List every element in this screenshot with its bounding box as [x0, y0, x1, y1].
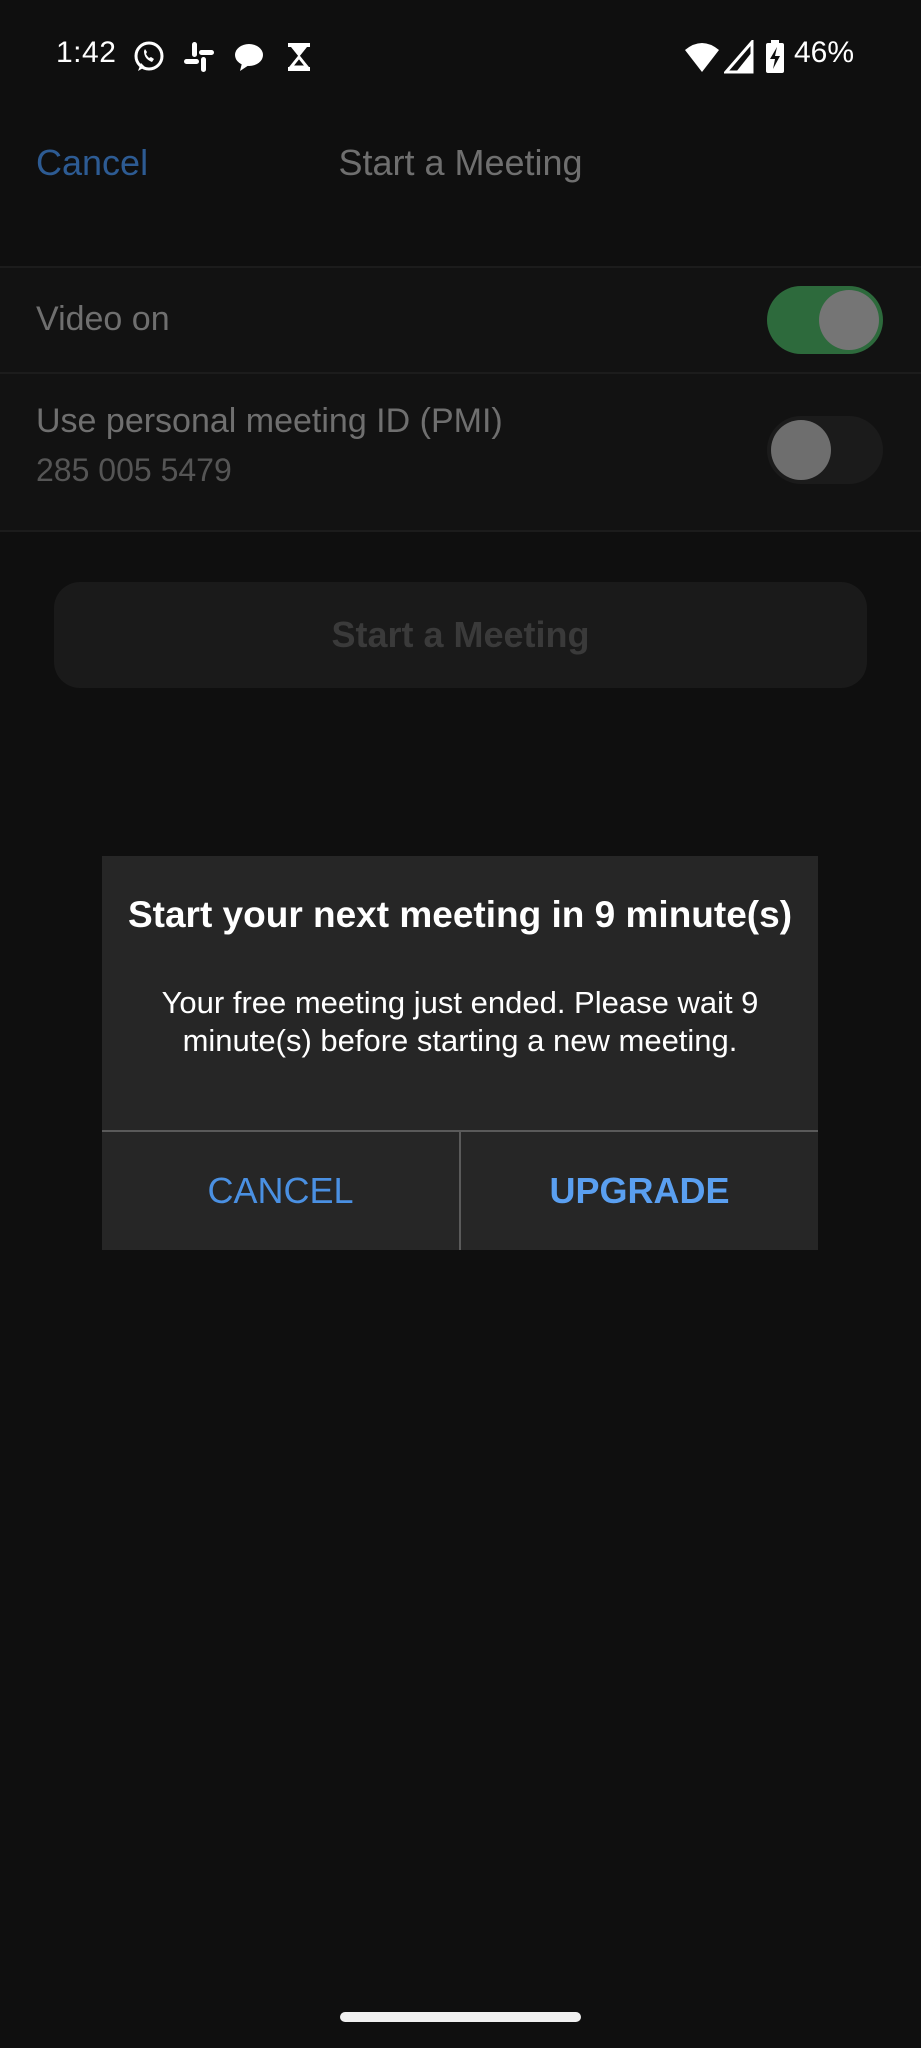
signal-icon	[724, 40, 754, 74]
status-bar: 1:42 46%	[0, 0, 921, 112]
gesture-nav-handle[interactable]	[340, 2012, 581, 2022]
toggle-knob	[819, 290, 879, 350]
video-on-label: Video on	[36, 300, 170, 338]
pmi-row: Use personal meeting ID (PMI) 285 005 54…	[0, 374, 921, 530]
dialog-message: Your free meeting just ended. Please wai…	[161, 985, 759, 1058]
video-on-row: Video on	[0, 268, 921, 374]
chat-bubble-icon	[235, 44, 263, 71]
page-title: Start a Meeting	[338, 142, 583, 183]
hourglass-icon	[287, 43, 311, 71]
status-time: 1:42	[56, 36, 117, 69]
toggle-knob	[771, 420, 831, 480]
meeting-settings: Video on Use personal meeting ID (PMI) 2…	[0, 266, 921, 532]
wifi-icon	[685, 43, 719, 72]
header: Cancel Start a Meeting	[0, 112, 921, 266]
dialog-cancel-button[interactable]: CANCEL	[102, 1132, 459, 1250]
slack-icon	[184, 42, 214, 72]
pmi-toggle[interactable]	[767, 416, 883, 484]
start-meeting-button[interactable]: Start a Meeting	[54, 582, 867, 688]
battery-percent: 46%	[794, 36, 855, 69]
pmi-number: 285 005 5479	[36, 452, 232, 488]
dialog-upgrade-button[interactable]: UPGRADE	[461, 1132, 818, 1250]
pmi-label: Use personal meeting ID (PMI)	[36, 402, 503, 440]
whatsapp-icon	[134, 41, 164, 71]
dialog-title: Start your next meeting in 9 minute(s)	[127, 894, 793, 935]
battery-charging-icon	[766, 40, 784, 73]
wait-dialog: Start your next meeting in 9 minute(s) Y…	[102, 856, 818, 1250]
video-on-toggle[interactable]	[767, 286, 883, 354]
